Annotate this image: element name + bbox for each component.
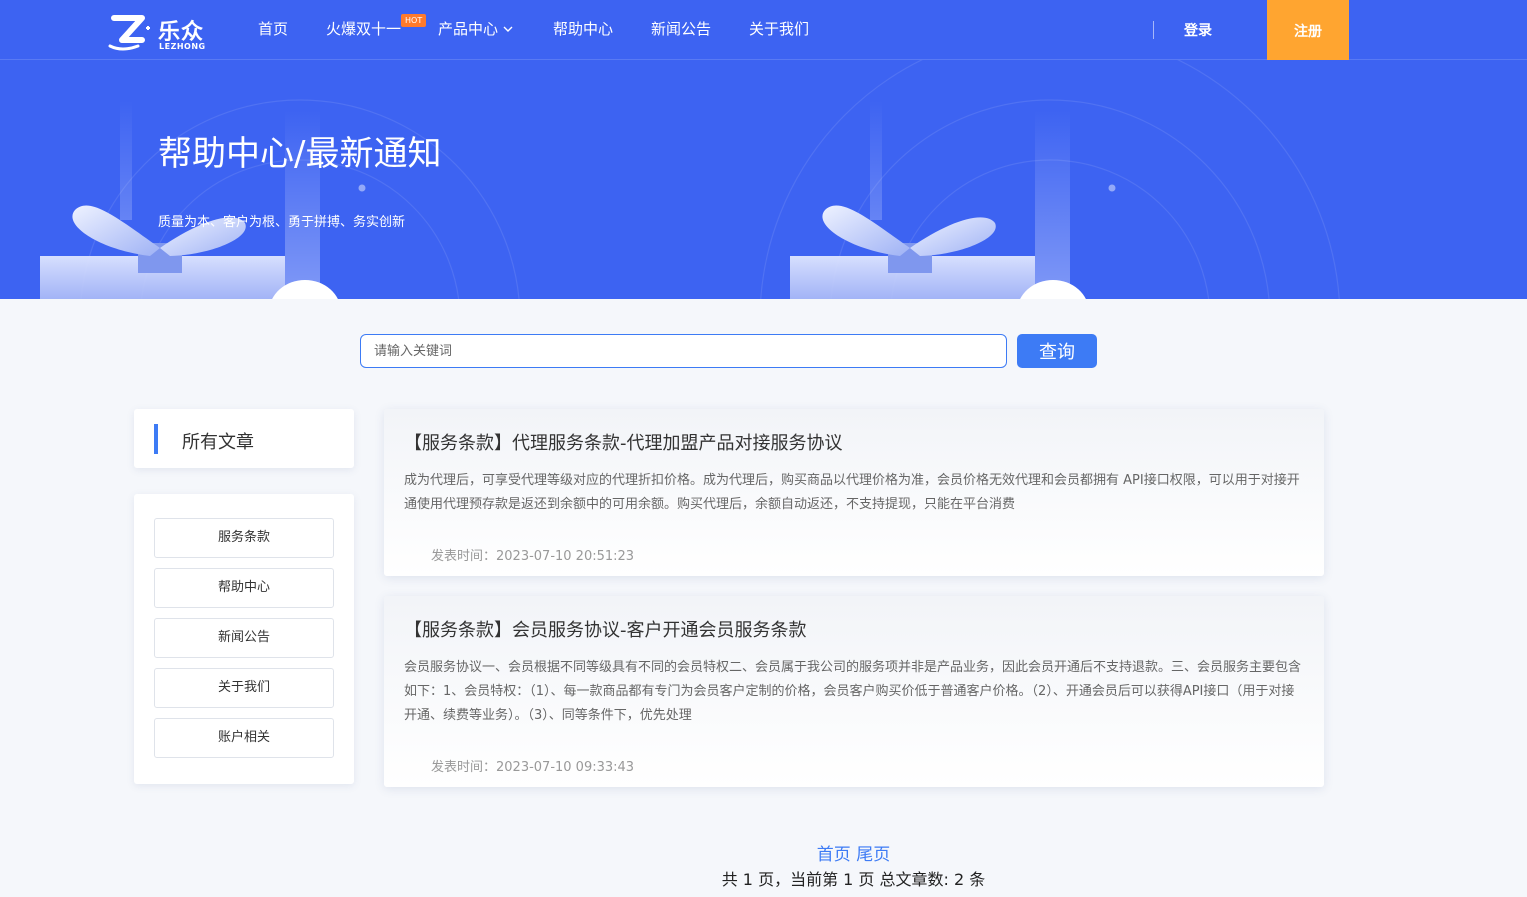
nav-item-news[interactable]: 新闻公告	[651, 18, 711, 39]
article-title[interactable]: 【服务条款】会员服务协议-客户开通会员服务条款	[404, 616, 807, 642]
article-summary: 成为代理后，可享受代理等级对应的代理折扣价格。成为代理后，购买商品以代理价格为准…	[404, 473, 1300, 512]
sidebar-heading-label: 所有文章	[182, 432, 254, 453]
nav-item-about[interactable]: 关于我们	[749, 18, 809, 39]
category-help[interactable]: 帮助中心	[154, 568, 334, 608]
brand-logo[interactable]: 乐众 LEZHONG	[108, 12, 208, 52]
article-title[interactable]: 【服务条款】代理服务条款-代理加盟产品对接服务协议	[404, 429, 843, 455]
chevron-down-icon	[503, 26, 513, 32]
hero-banner: 帮助中心/最新通知 质量为本、客户为根、勇于拼搏、务实创新	[0, 60, 1527, 299]
pagination-first[interactable]: 首页	[817, 845, 851, 865]
category-account[interactable]: 账户相关	[154, 718, 334, 758]
nav-item-home[interactable]: 首页	[258, 18, 288, 39]
heading-accent-bar	[154, 424, 158, 454]
brand-name-en: LEZHONG	[159, 42, 206, 51]
login-link[interactable]: 登录	[1184, 20, 1212, 40]
pagination: 首页 尾页	[0, 840, 1527, 865]
category-news[interactable]: 新闻公告	[154, 618, 334, 658]
article-card[interactable]: 【服务条款】会员服务协议-客户开通会员服务条款 会员服务协议一、会员根据不同等级…	[384, 596, 1324, 787]
article-date: 发表时间：2023-07-10 09:33:43	[431, 760, 635, 775]
banner-decoration	[40, 60, 1340, 299]
category-list: 服务条款 帮助中心 新闻公告 关于我们 账户相关	[134, 494, 354, 784]
article-summary: 会员服务协议一、会员根据不同等级具有不同的会员特权二、会员属于我公司的服务项并非…	[404, 660, 1302, 723]
article-date: 发表时间：2023-07-10 20:51:23	[431, 549, 635, 564]
nav-item-products[interactable]: 产品中心	[438, 18, 513, 39]
nav-divider	[1153, 21, 1154, 39]
category-about[interactable]: 关于我们	[154, 668, 334, 708]
logo-mark-icon	[108, 15, 150, 51]
hot-badge: HOT	[401, 14, 427, 27]
nav-item-double11[interactable]: 火爆双十一	[326, 18, 401, 39]
article-card[interactable]: 【服务条款】代理服务条款-代理加盟产品对接服务协议 成为代理后，可享受代理等级对…	[384, 409, 1324, 576]
pagination-info: 共 1 页，当前第 1 页 总文章数: 2 条	[721, 870, 986, 889]
category-terms[interactable]: 服务条款	[154, 518, 334, 558]
sidebar-heading[interactable]: 所有文章	[134, 409, 354, 468]
page-title: 帮助中心/最新通知	[158, 134, 442, 174]
register-button[interactable]: 注册	[1267, 0, 1349, 60]
nav-item-products-label: 产品中心	[438, 20, 499, 38]
nav-item-help[interactable]: 帮助中心	[553, 18, 613, 39]
top-navbar: 乐众 LEZHONG 首页 火爆双十一 HOT 产品中心 帮助中心 新闻公告 关…	[0, 0, 1527, 60]
page-subtitle: 质量为本、客户为根、勇于拼搏、务实创新	[158, 215, 406, 230]
search-button[interactable]: 查询	[1017, 334, 1097, 368]
pagination-last[interactable]: 尾页	[856, 845, 890, 865]
search-input[interactable]	[360, 334, 1007, 368]
